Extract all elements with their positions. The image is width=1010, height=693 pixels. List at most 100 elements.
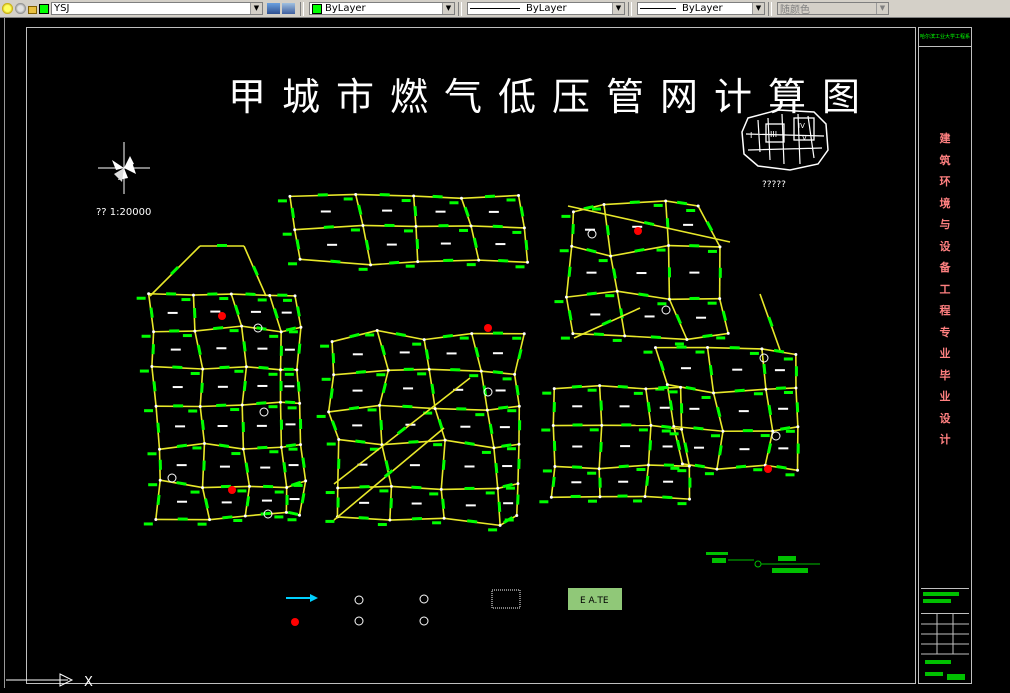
pipe-label — [658, 385, 669, 390]
node-label — [274, 515, 284, 519]
node-label — [515, 265, 525, 269]
block-id — [260, 466, 271, 469]
pipe-node — [598, 495, 602, 499]
node-label — [485, 491, 495, 495]
node-label — [321, 377, 331, 381]
block-id — [689, 407, 700, 410]
pipe-node — [389, 484, 393, 488]
node-label — [475, 413, 485, 417]
layer-manager-icon[interactable] — [267, 3, 280, 14]
block-id — [386, 243, 397, 246]
pipe-node — [191, 293, 195, 297]
pipe-node — [442, 516, 446, 520]
pipe-label — [283, 367, 294, 371]
ucs-icon: X — [6, 673, 93, 690]
plotstyle-dropdown[interactable]: 随颜色 ▼ — [777, 2, 889, 16]
linetype-dropdown[interactable]: ByLayer ▼ — [467, 2, 625, 15]
node-label — [277, 199, 287, 203]
node-label — [219, 297, 229, 301]
block-id — [495, 389, 506, 392]
pipe-label — [492, 331, 503, 335]
pipe-label — [567, 266, 572, 277]
pipe-label — [252, 265, 259, 276]
pipe-label — [586, 291, 597, 296]
color-dropdown[interactable]: ByLayer ▼ — [309, 2, 455, 15]
chevron-down-icon[interactable]: ▼ — [612, 3, 624, 14]
pipe-node — [597, 467, 601, 471]
pipe-node — [470, 332, 474, 336]
pipe-node — [241, 447, 245, 451]
chevron-down-icon[interactable]: ▼ — [752, 3, 764, 14]
pipe-node — [198, 405, 202, 409]
chevron-down-icon[interactable]: ▼ — [442, 3, 454, 14]
pipe-label — [571, 224, 575, 235]
node-label — [358, 267, 368, 271]
pipe-network[interactable] — [0, 18, 914, 538]
block-id — [586, 271, 597, 274]
pipe-node — [696, 204, 700, 208]
pipe-label — [177, 517, 188, 521]
block-id — [440, 242, 451, 245]
node-label — [377, 523, 387, 527]
node-label — [783, 390, 793, 394]
pipe-label — [290, 207, 296, 219]
block-id — [170, 348, 181, 351]
pipe-label — [601, 319, 612, 326]
color-swatch — [312, 3, 322, 14]
lightbulb-icon[interactable] — [2, 3, 13, 14]
pipe-label — [202, 460, 206, 471]
pipe-node — [688, 497, 692, 501]
pipe-label — [572, 423, 583, 427]
node-label — [257, 298, 267, 302]
sidebar-header: 哈尔滨工业大学工程系 — [919, 28, 971, 47]
node-label — [401, 199, 411, 203]
node-label — [459, 336, 469, 340]
lock-icon[interactable] — [28, 6, 37, 14]
node-label — [197, 522, 207, 526]
drawing-canvas[interactable]: 甲城市燃气低压管网计算图 ?? 1:20000 I III IV V ????? — [0, 18, 1010, 693]
chevron-down-icon[interactable]: ▼ — [250, 3, 262, 14]
node-label — [367, 408, 377, 412]
chevron-down-icon[interactable]: ▼ — [876, 3, 888, 14]
block-id — [732, 368, 743, 371]
node-label — [605, 294, 615, 298]
node-label — [269, 334, 279, 338]
block-id — [411, 502, 422, 505]
layer-previous-icon[interactable] — [282, 3, 295, 14]
node-label — [669, 432, 679, 436]
node-label — [677, 502, 687, 506]
block-id — [216, 347, 227, 350]
pipe-node — [416, 260, 420, 264]
block-id — [359, 501, 370, 504]
layer-dropdown[interactable]: YSJ ▼ — [51, 2, 263, 15]
pipe-label — [156, 494, 161, 506]
node-label — [282, 232, 292, 236]
block-id — [663, 480, 674, 483]
block-id — [399, 351, 410, 354]
block-id — [696, 316, 707, 319]
pipe-node — [147, 292, 151, 296]
pipe-label — [403, 367, 414, 371]
pipe-node — [201, 486, 205, 490]
pipe-label — [396, 426, 407, 435]
pipe-label — [498, 405, 509, 410]
block-id — [572, 405, 583, 408]
block-id — [217, 385, 228, 388]
pipe-label — [718, 445, 723, 456]
pipe-node — [794, 386, 798, 390]
pipe-node — [336, 486, 340, 490]
pipe-label — [497, 501, 502, 512]
pipe-node — [552, 387, 556, 391]
pipe-label — [364, 239, 370, 251]
pipe-node — [152, 330, 156, 334]
pipe-label — [200, 382, 204, 393]
pipe-label — [331, 420, 338, 431]
lineweight-label: ByLayer — [682, 3, 723, 14]
pipe-label — [634, 247, 645, 253]
node-label — [636, 468, 646, 472]
pipe-label — [694, 463, 705, 469]
pipe-label — [260, 511, 271, 516]
sun-icon[interactable] — [15, 3, 26, 14]
block-id — [662, 445, 673, 448]
lineweight-dropdown[interactable]: ByLayer ▼ — [637, 2, 765, 15]
